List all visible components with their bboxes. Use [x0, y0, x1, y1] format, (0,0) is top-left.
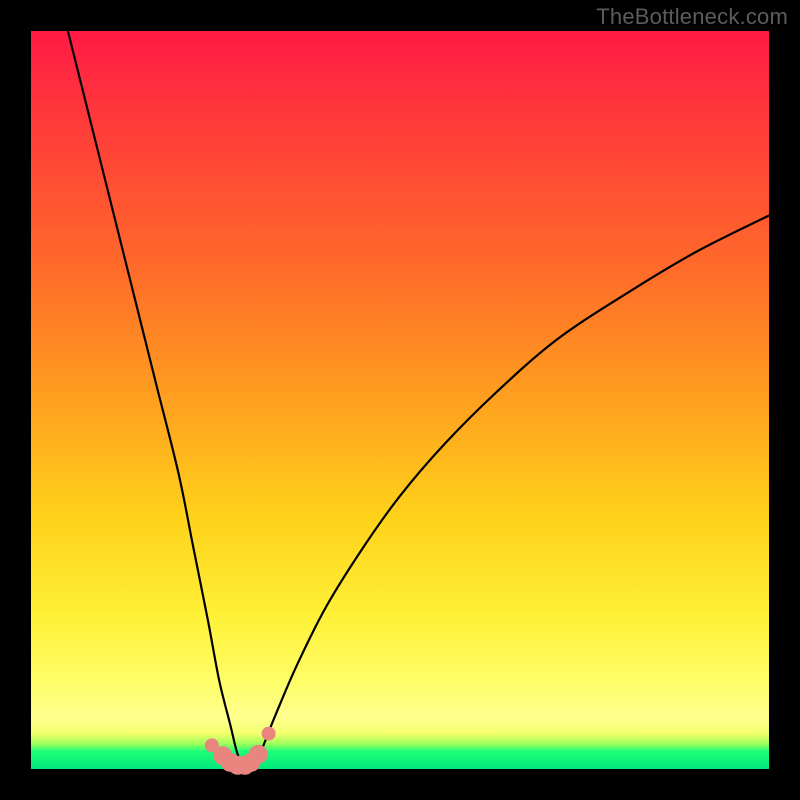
chart-frame: TheBottleneck.com — [0, 0, 800, 800]
bottleneck-curve — [68, 31, 769, 767]
watermark-text: TheBottleneck.com — [596, 4, 788, 30]
curve-layer — [31, 31, 769, 769]
plot-area — [31, 31, 769, 769]
highlight-markers — [205, 727, 276, 775]
marker-point — [249, 745, 268, 764]
marker-point — [262, 727, 276, 741]
